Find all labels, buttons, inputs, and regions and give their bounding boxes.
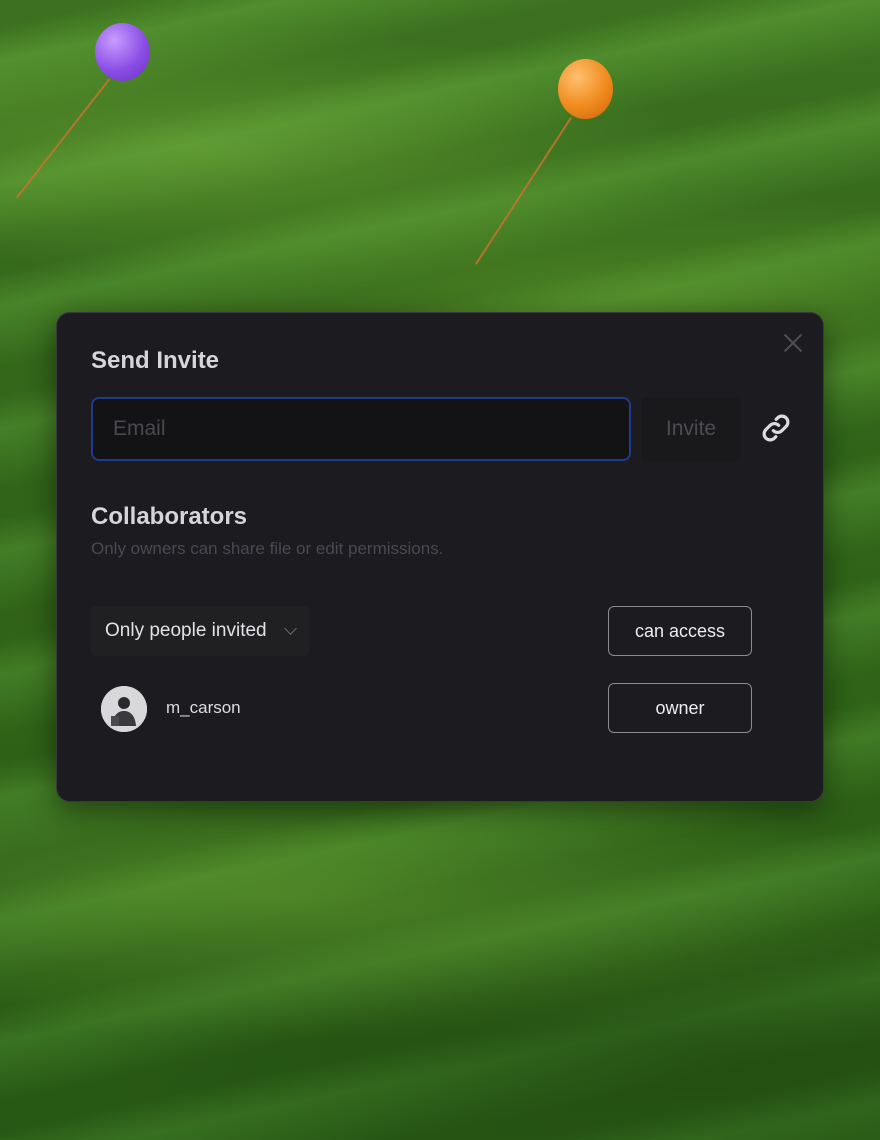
user-photo xyxy=(101,686,147,732)
balloon-string xyxy=(16,78,111,199)
invite-button[interactable]: Invite xyxy=(641,397,741,461)
close-icon[interactable] xyxy=(781,331,805,355)
access-permission-button[interactable]: can access xyxy=(608,606,752,656)
collaborator-username: m_carson xyxy=(166,698,241,717)
link-icon xyxy=(762,414,790,442)
collaborator-role-button[interactable]: owner xyxy=(608,683,752,733)
access-scope-label: Only people invited xyxy=(105,620,267,641)
purple-balloon xyxy=(95,23,150,81)
chevron-down-icon xyxy=(284,622,297,635)
access-scope-dropdown[interactable]: Only people invited xyxy=(91,606,309,656)
permissions-hint: Only owners can share file or edit permi… xyxy=(91,539,444,558)
send-invite-dialog: Send Invite Invite Collaborators Only ow… xyxy=(56,312,824,802)
copy-link-button[interactable] xyxy=(757,409,795,447)
orange-balloon xyxy=(558,59,613,119)
avatar xyxy=(101,686,147,732)
dialog-title: Send Invite xyxy=(91,347,220,374)
collaborators-heading: Collaborators xyxy=(91,503,248,530)
balloon-string xyxy=(475,116,572,265)
email-input[interactable] xyxy=(91,397,631,461)
